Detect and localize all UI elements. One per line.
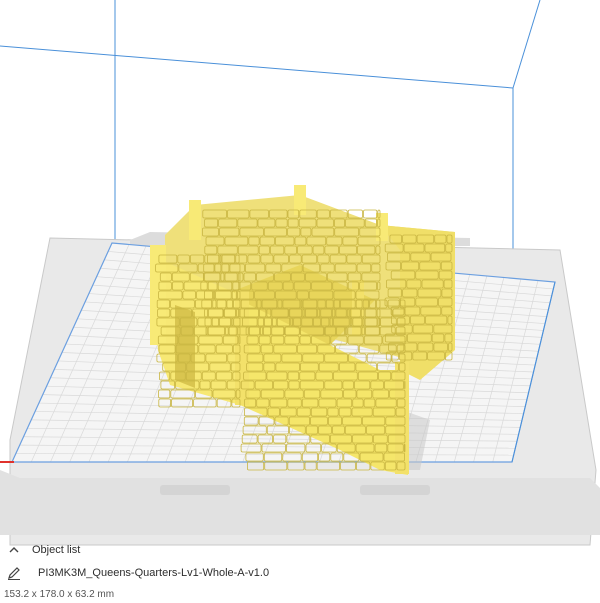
object-list-label[interactable]: Object list [32, 544, 80, 556]
build-volume-edge [0, 45, 514, 89]
object-dimensions: 153.2 x 178.0 x 63.2 mm [4, 589, 115, 600]
plate-clip [160, 485, 230, 495]
chevron-up-icon[interactable] [6, 542, 22, 558]
object-file-name[interactable]: PI3MK3M_Queens-Quarters-Lv1-Whole-A-v1.0 [38, 567, 269, 579]
scene[interactable] [0, 0, 600, 603]
model-post [235, 290, 249, 405]
3d-viewport[interactable] [0, 0, 600, 603]
plate-clip [360, 485, 430, 495]
build-volume-edge [512, 0, 541, 89]
stone-block [403, 443, 406, 453]
object-list-header[interactable]: Object list [6, 540, 80, 560]
build-plate-front-edge [0, 470, 600, 535]
model-post [150, 245, 166, 345]
pencil-icon[interactable] [6, 565, 22, 581]
stone-block [363, 209, 378, 219]
object-list-panel: Object list PI3MK3M_Queens-Quarters-Lv1-… [0, 538, 600, 603]
model-post [189, 200, 201, 240]
object-list-item[interactable]: PI3MK3M_Queens-Quarters-Lv1-Whole-A-v1.0 [6, 562, 269, 584]
model-post [395, 362, 409, 474]
